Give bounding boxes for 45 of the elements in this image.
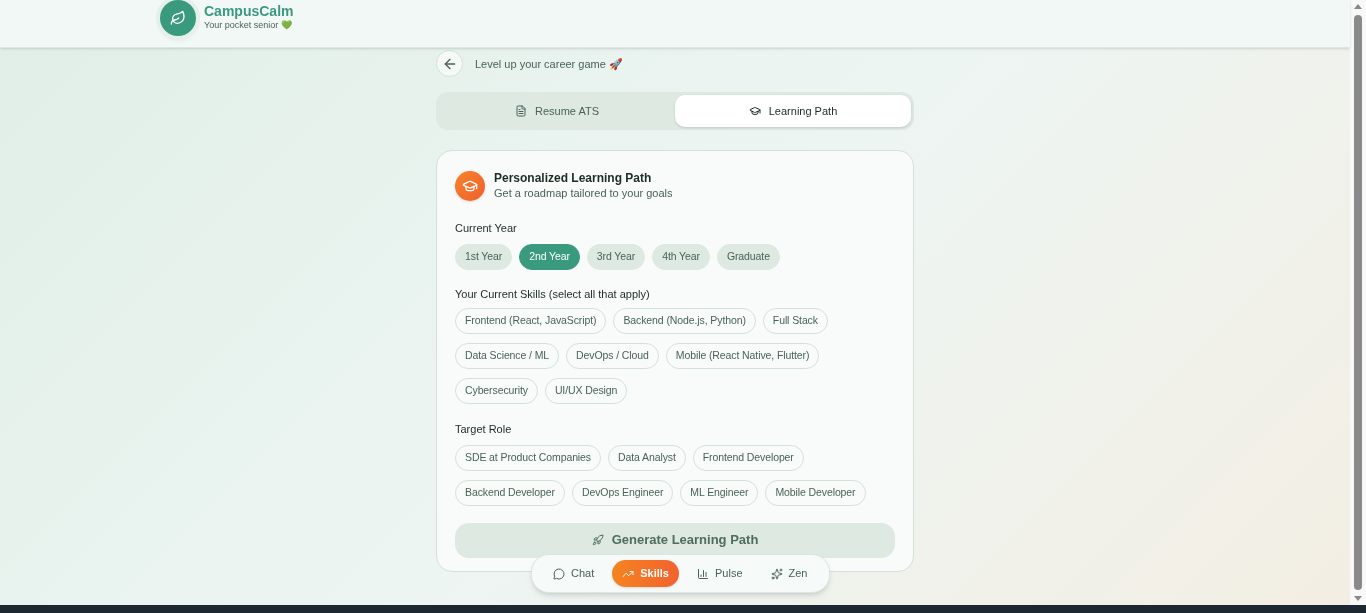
- option-chip[interactable]: Mobile (React Native, Flutter): [665, 343, 820, 369]
- section-label: Target Role: [455, 422, 513, 437]
- nav-item[interactable]: Chat: [543, 560, 605, 587]
- bar-chart-icon: [697, 567, 709, 580]
- rocket-icon: [591, 534, 604, 546]
- option-chip[interactable]: Mobile Developer: [765, 479, 866, 506]
- option-chip[interactable]: 1st Year: [455, 243, 513, 270]
- logo-icon: [160, 0, 196, 36]
- back-button[interactable]: [436, 50, 463, 77]
- brand-name: CampusCalm: [204, 2, 294, 20]
- graduation-cap-badge-icon: [455, 170, 485, 201]
- option-chip[interactable]: Data Science / ML: [455, 343, 560, 369]
- tagline: Your pocket senior 💚: [204, 19, 293, 31]
- page-subtitle: Level up your career game 🚀: [475, 56, 623, 71]
- document-icon: [515, 105, 527, 117]
- tab[interactable]: Resume ATS: [439, 95, 675, 127]
- option-chip[interactable]: Full Stack: [762, 308, 828, 334]
- option-chip[interactable]: Graduate: [716, 243, 780, 270]
- option-chip[interactable]: Backend Developer: [455, 479, 565, 506]
- option-chip[interactable]: Data Analyst: [608, 444, 686, 471]
- card-title: Personalized Learning Path: [494, 170, 653, 186]
- tab[interactable]: Learning Path: [675, 95, 911, 127]
- nav-item[interactable]: Zen: [760, 560, 818, 587]
- card-subtitle: Get a roadmap tailored to your goals: [494, 186, 673, 201]
- option-chip[interactable]: DevOps Engineer: [571, 479, 674, 506]
- section-label: Your Current Skills (select all that apply): [455, 286, 651, 302]
- option-chip[interactable]: 3rd Year: [586, 243, 646, 270]
- section-label: Current Year: [455, 221, 518, 236]
- graduation-cap-icon: [748, 105, 761, 117]
- option-chip[interactable]: Frontend (React, JavaScript): [455, 308, 607, 334]
- option-chip[interactable]: 2nd Year: [519, 243, 580, 270]
- option-chip[interactable]: 4th Year: [652, 243, 710, 270]
- sparkles-icon: [770, 567, 783, 580]
- option-chip[interactable]: SDE at Product Companies: [455, 444, 601, 471]
- scroll-down-arrow-icon[interactable]: [1354, 596, 1362, 601]
- option-chip[interactable]: DevOps / Cloud: [566, 343, 659, 369]
- option-chip[interactable]: Cybersecurity: [455, 378, 538, 404]
- option-chip[interactable]: ML Engineer: [680, 479, 759, 506]
- scrollbar-thumb[interactable]: [1354, 15, 1362, 590]
- scroll-up-arrow-icon[interactable]: [1354, 4, 1362, 9]
- option-chip[interactable]: Backend (Node.js, Python): [613, 308, 756, 334]
- chat-bubble-icon: [553, 567, 565, 580]
- nav-item[interactable]: Pulse: [687, 560, 753, 587]
- option-chip[interactable]: Frontend Developer: [692, 444, 804, 471]
- option-chip[interactable]: UI/UX Design: [544, 378, 628, 404]
